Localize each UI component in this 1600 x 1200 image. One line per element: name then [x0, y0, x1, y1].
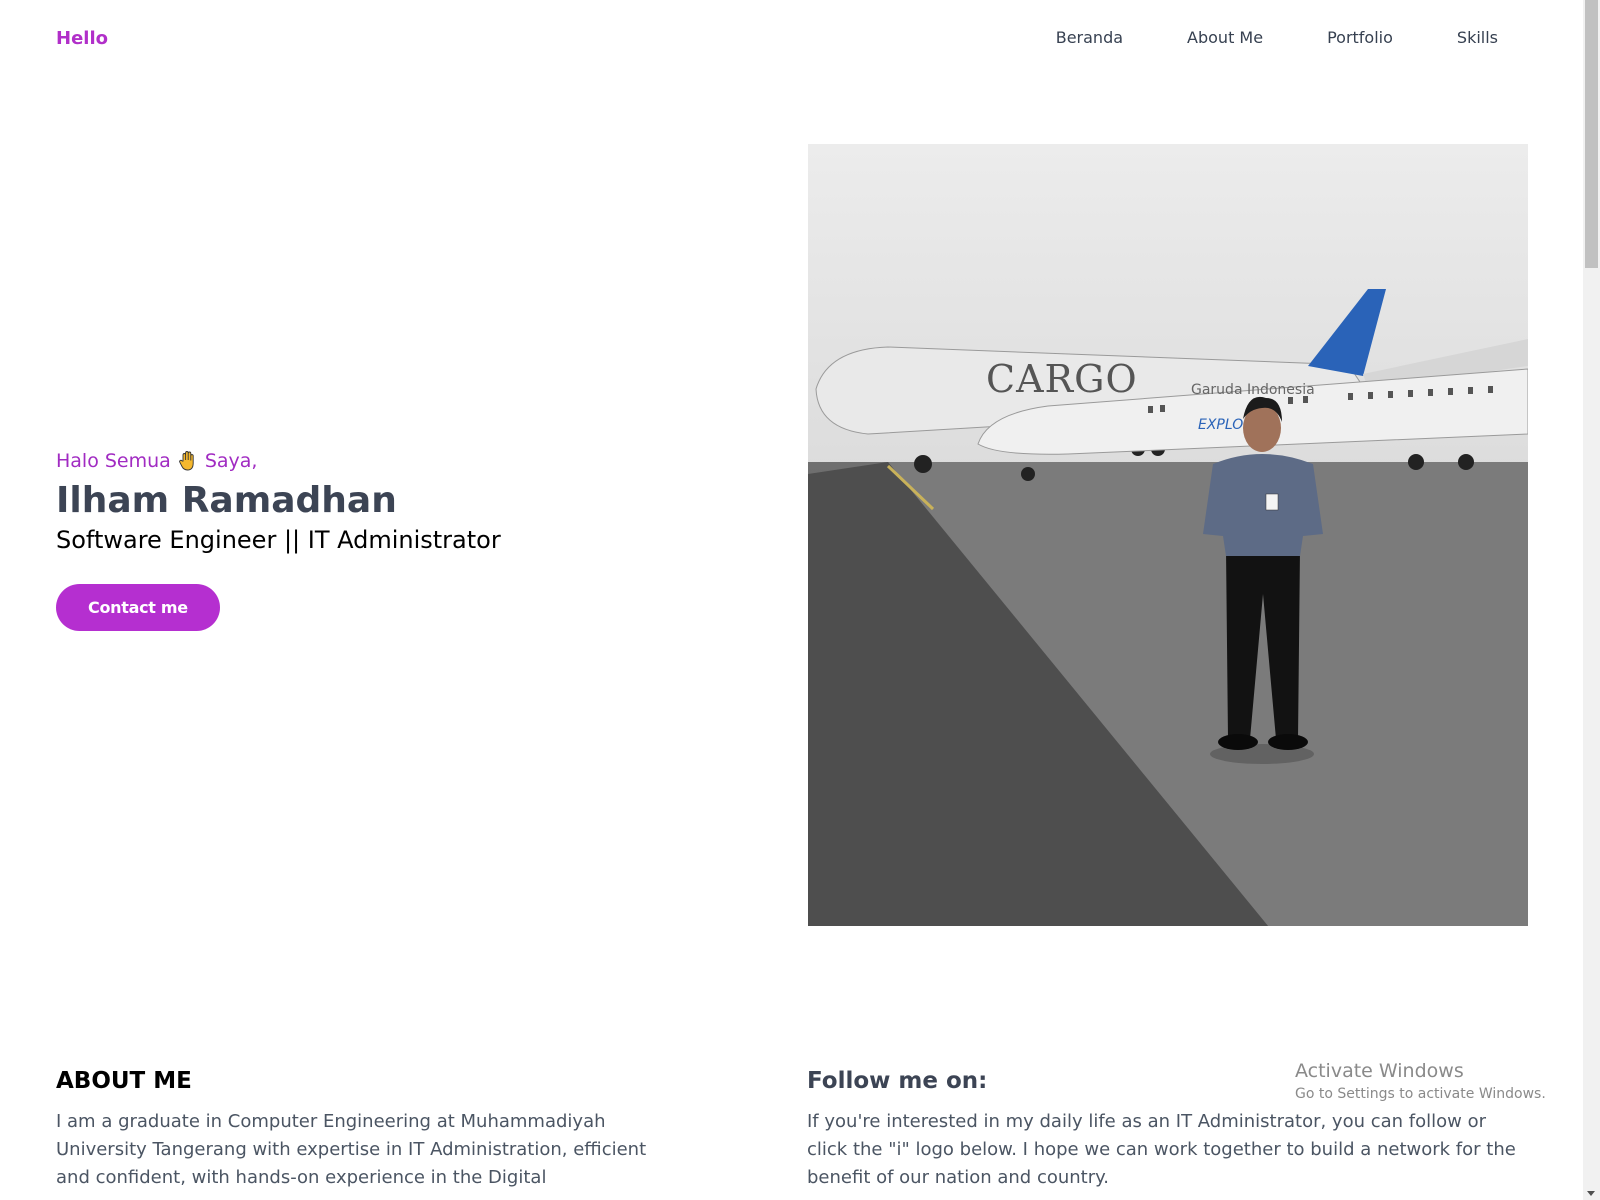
raised-hand-icon [177, 450, 199, 472]
about-title: ABOUT ME [56, 1068, 192, 1094]
nav-link-about-me[interactable]: About Me [1187, 28, 1263, 47]
greeting-suffix: Saya, [204, 450, 258, 472]
scrollbar-thumb[interactable] [1585, 0, 1598, 268]
about-me-section: ABOUT ME I am a graduate in Computer Eng… [56, 1068, 656, 1192]
hero-greeting: Halo Semua Saya, [56, 450, 756, 472]
hero-name: Ilham Ramadhan [56, 480, 397, 521]
watermark-subtitle: Go to Settings to activate Windows. [1295, 1086, 1546, 1102]
contact-me-button[interactable]: Contact me [56, 583, 220, 631]
greeting-prefix: Halo Semua [56, 450, 171, 472]
brand-logo-link[interactable]: Hello [56, 28, 108, 49]
activate-windows-watermark: Activate Windows Go to Settings to activ… [1295, 1060, 1546, 1102]
follow-body: If you're interested in my daily life as… [807, 1111, 1516, 1188]
hero-role: Software Engineer || IT Administrator [56, 525, 501, 554]
nav-link-portfolio[interactable]: Portfolio [1327, 28, 1393, 47]
nav-link-skills[interactable]: Skills [1457, 28, 1498, 47]
vertical-scrollbar[interactable] [1583, 0, 1600, 1200]
nav-link-beranda[interactable]: Beranda [1056, 28, 1123, 47]
hero-intro: Halo Semua Saya, Ilham Ramadhan Software… [56, 450, 756, 631]
watermark-title: Activate Windows [1295, 1060, 1464, 1082]
svg-text:Garuda Indonesia: Garuda Indonesia [1191, 382, 1315, 398]
profile-photo: CARGO Garuda Indonesia EXPLORE [808, 144, 1528, 926]
scroll-down-arrow-icon[interactable] [1587, 1191, 1595, 1196]
about-body: I am a graduate in Computer Engineering … [56, 1111, 647, 1188]
page: Hello Beranda About Me Portfolio Skills … [0, 0, 1600, 1200]
svg-text:CARGO: CARGO [986, 357, 1138, 401]
top-navbar: Hello Beranda About Me Portfolio Skills [0, 0, 1583, 80]
nav-menu: Beranda About Me Portfolio Skills [992, 28, 1498, 47]
